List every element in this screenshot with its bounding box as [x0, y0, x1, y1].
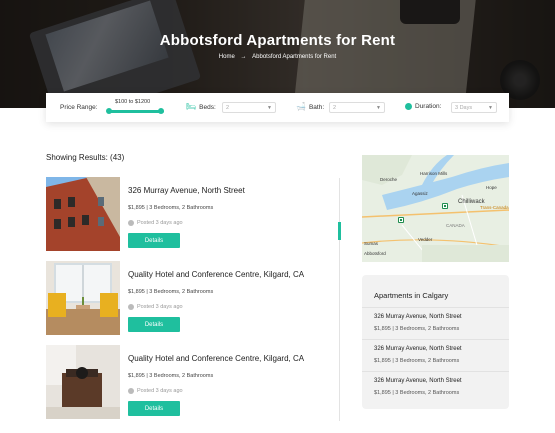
map-label: Abbotsford	[364, 251, 386, 256]
listing-posted: Posted 3 days ago	[128, 388, 183, 394]
breadcrumb-home[interactable]: Home	[219, 54, 235, 60]
listing-meta: $1,895 | 3 Bedrooms, 2 Bathrooms	[128, 373, 214, 379]
scrollbar-thumb[interactable]	[338, 222, 341, 240]
beds-value: 2	[226, 105, 230, 111]
listing-photo[interactable]	[46, 261, 120, 335]
listing-card: 326 Murray Avenue, North Street $1,895 |…	[46, 177, 326, 251]
map-label: Agassiz	[412, 191, 428, 196]
sidebar-item-meta: $1,895 | 3 Bedrooms, 2 Bathrooms	[374, 390, 460, 396]
map-label: Harrison Mills	[420, 171, 448, 176]
page-title: Abbotsford Apartments for Rent	[159, 32, 396, 49]
map-pin-icon[interactable]	[398, 217, 404, 223]
scrollbar-track[interactable]	[339, 178, 340, 421]
bed-icon: 🛏	[186, 102, 197, 111]
sidebar-title: Apartments in Calgary	[374, 291, 449, 300]
sidebar-item-meta: $1,895 | 3 Bedrooms, 2 Bathrooms	[374, 358, 460, 364]
duration-select[interactable]: 3 Days ▼	[451, 102, 497, 113]
listing-photo[interactable]	[46, 177, 120, 251]
listing-posted: Posted 3 days ago	[128, 304, 183, 310]
listing-title[interactable]: Quality Hotel and Conference Centre, Kil…	[128, 354, 304, 363]
sidebar-item[interactable]: 326 Murray Avenue, North Street $1,895 |…	[362, 339, 509, 367]
filter-bar: Price Range: $100 to $1200 🛏 Beds: 2 ▼ 🛁…	[46, 93, 509, 122]
map-label: CANADA	[446, 223, 465, 228]
listing-posted-text: Posted 3 days ago	[137, 304, 183, 310]
sidebar-item-title[interactable]: 326 Murray Avenue, North Street	[374, 378, 462, 384]
sidebar-item-title[interactable]: 326 Murray Avenue, North Street	[374, 346, 462, 352]
clock-icon	[405, 103, 412, 110]
breadcrumb-current: Abbotsford Apartments for Rent	[252, 54, 337, 60]
listing-meta: $1,895 | 3 Bedrooms, 2 Bathrooms	[128, 205, 214, 211]
duration-filter: Duration:	[405, 103, 441, 110]
price-range-max-handle[interactable]	[158, 108, 164, 114]
map-label: Vedder	[418, 237, 433, 242]
bath-label: Bath:	[308, 103, 325, 111]
bath-value: 2	[333, 105, 337, 111]
price-range-slider[interactable]	[109, 110, 164, 113]
sidebar-item[interactable]: 326 Murray Avenue, North Street $1,895 |…	[362, 307, 509, 335]
chevron-down-icon: ▼	[376, 105, 381, 111]
bath-filter: 🛁 Bath:	[296, 103, 324, 111]
sidebar-item-meta: $1,895 | 3 Bedrooms, 2 Bathrooms	[374, 326, 460, 332]
map-pin-icon[interactable]	[442, 203, 448, 209]
price-range-min-handle[interactable]	[106, 108, 112, 114]
map-label: Deroche	[380, 177, 398, 182]
sidebar-card: Apartments in Calgary 326 Murray Avenue,…	[362, 275, 509, 409]
beds-label: Beds:	[199, 103, 216, 111]
clock-icon	[128, 220, 134, 226]
listing-posted: Posted 3 days ago	[128, 220, 183, 226]
listing-posted-text: Posted 3 days ago	[137, 388, 183, 394]
listing-photo[interactable]	[46, 345, 120, 419]
bathtub-icon: 🛁	[296, 102, 306, 111]
price-range-value: $100 to $1200	[115, 99, 151, 105]
clock-icon	[128, 304, 134, 310]
listing-card: Quality Hotel and Conference Centre, Kil…	[46, 345, 326, 419]
map-label: Hope	[486, 185, 497, 190]
duration-value: 3 Days	[455, 105, 473, 111]
details-button[interactable]: Details	[128, 401, 180, 416]
sidebar-item[interactable]: 326 Murray Avenue, North Street $1,895 |…	[362, 371, 509, 399]
price-range-label: Price Range:	[60, 104, 98, 111]
listing-title[interactable]: Quality Hotel and Conference Centre, Kil…	[128, 270, 304, 279]
results-count: Showing Results: (43)	[46, 153, 125, 162]
map-label: Sumas	[364, 241, 379, 246]
hero-banner: Abbotsford Apartments for Rent Home → Ab…	[0, 0, 555, 108]
chevron-down-icon: ▼	[488, 105, 493, 111]
chevron-down-icon: ▼	[267, 105, 272, 111]
listing-posted-text: Posted 3 days ago	[137, 220, 183, 226]
beds-select[interactable]: 2 ▼	[222, 102, 276, 113]
listing-title[interactable]: 326 Murray Avenue, North Street	[128, 186, 245, 195]
duration-label: Duration:	[415, 103, 442, 110]
listing-card: Quality Hotel and Conference Centre, Kil…	[46, 261, 326, 335]
details-button[interactable]: Details	[128, 233, 180, 248]
map[interactable]: Deroche Harrison Mills Chilliwack Trans-…	[362, 155, 509, 262]
listing-meta: $1,895 | 3 Bedrooms, 2 Bathrooms	[128, 289, 214, 295]
breadcrumb-arrow-icon: →	[240, 54, 247, 60]
bath-select[interactable]: 2 ▼	[329, 102, 385, 113]
breadcrumb: Home → Abbotsford Apartments for Rent	[0, 54, 555, 60]
map-label: Trans-Canada	[480, 205, 509, 210]
beds-filter: 🛏 Beds:	[186, 103, 216, 111]
clock-icon	[128, 388, 134, 394]
details-button[interactable]: Details	[128, 317, 180, 332]
sidebar-item-title[interactable]: 326 Murray Avenue, North Street	[374, 314, 462, 320]
